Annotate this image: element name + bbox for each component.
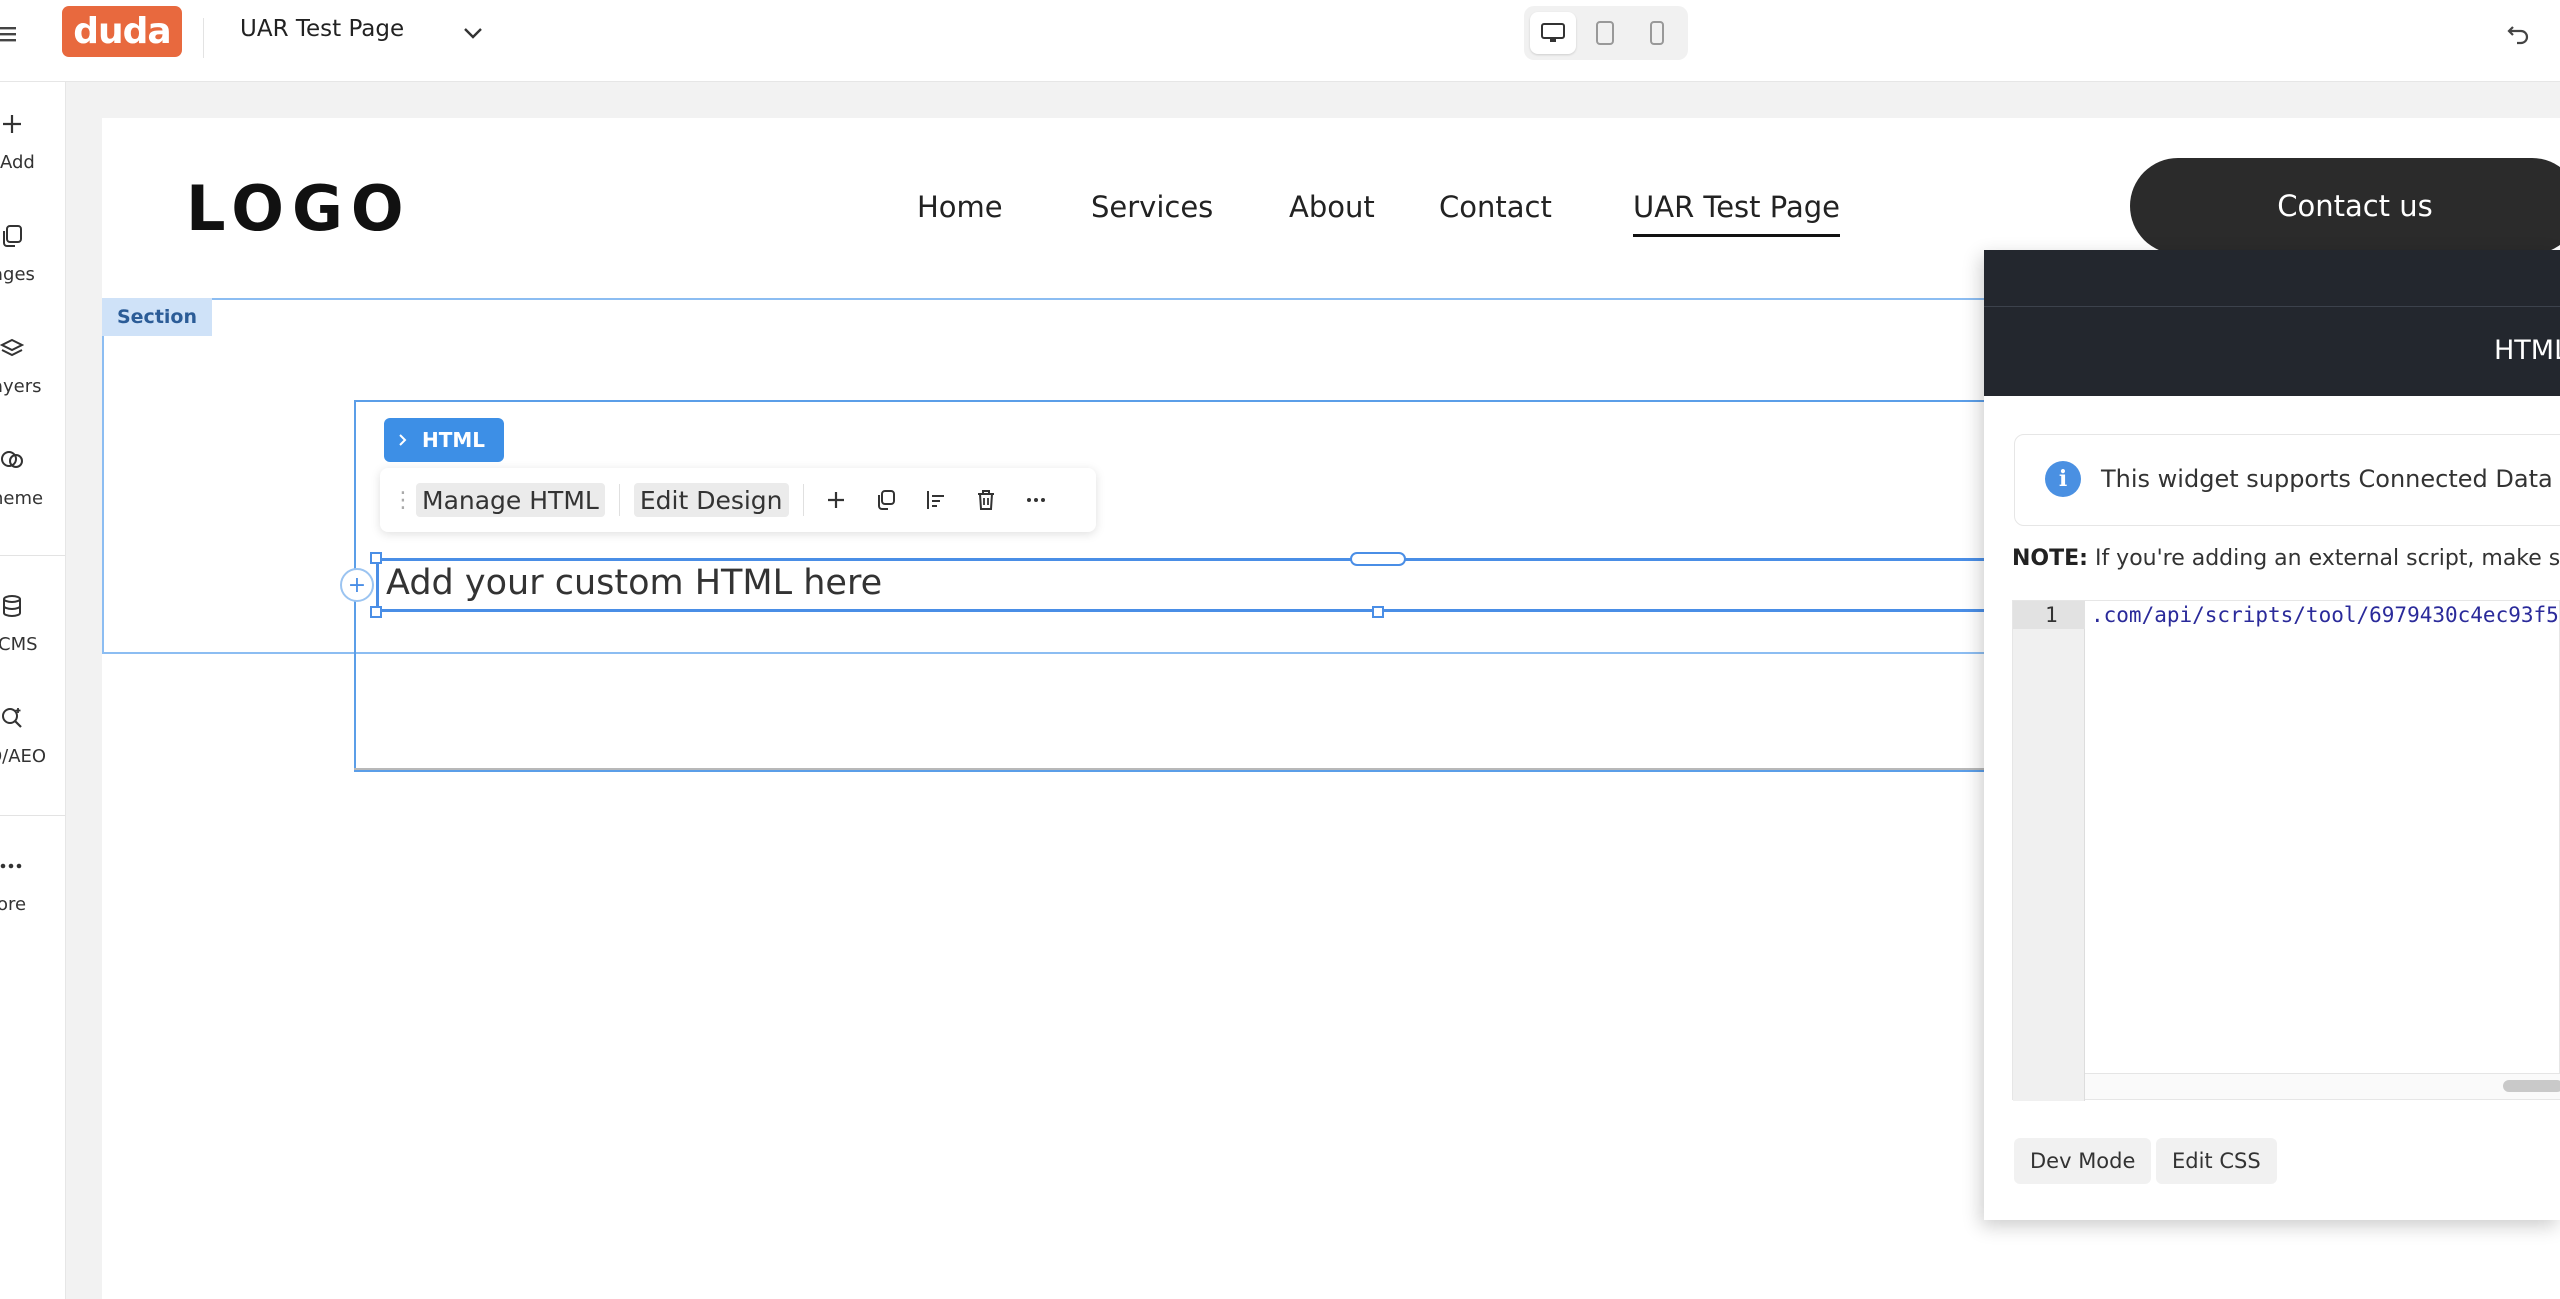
external-script-note: NOTE: If you're adding an external scrip… (2012, 546, 2560, 571)
more-icon (0, 854, 24, 878)
drag-handle-icon[interactable]: ⋮ (392, 488, 414, 513)
page-selector-label[interactable]: UAR Test Page (240, 16, 404, 42)
connected-data-text: This widget supports Connected Data (2101, 465, 2553, 493)
site-logo[interactable]: LOGO (186, 172, 412, 245)
edit-css-button[interactable]: Edit CSS (2156, 1138, 2277, 1184)
duplicate-icon[interactable] (868, 482, 904, 518)
top-bar: duda UAR Test Page (0, 0, 2560, 82)
align-icon[interactable] (918, 482, 954, 518)
code-editor[interactable]: 1 .com/api/scripts/tool/6979430c4ec93f5 (2012, 600, 2560, 1101)
edit-design-button[interactable]: Edit Design (633, 483, 789, 517)
duda-logo[interactable]: duda (62, 6, 182, 57)
nav-link-services[interactable]: Services (1091, 190, 1213, 224)
chevron-down-icon[interactable] (462, 24, 484, 42)
mobile-icon[interactable] (1634, 12, 1680, 54)
manage-html-button[interactable]: Manage HTML (416, 483, 605, 517)
seo-icon (0, 706, 24, 730)
scrollbar-thumb[interactable] (2503, 1080, 2560, 1092)
panel-title: HTML (2494, 335, 2560, 366)
sidebar-item-label: ayers (0, 376, 42, 397)
sidebar-item-label: Add (0, 152, 35, 173)
chevron-right-icon (398, 433, 408, 447)
divider (802, 484, 804, 516)
sidebar-item-label: CMS (0, 634, 38, 655)
menu-icon[interactable] (0, 22, 22, 46)
panel-title-bar: HTML (1984, 306, 2560, 396)
section-tag[interactable]: Section (102, 298, 212, 336)
more-icon[interactable] (1018, 482, 1054, 518)
html-widget-placeholder: Add your custom HTML here (386, 563, 883, 603)
device-switcher (1524, 6, 1688, 60)
resize-pill-handle[interactable] (1350, 552, 1406, 566)
trash-icon[interactable] (968, 482, 1004, 518)
plus-icon[interactable] (818, 482, 854, 518)
resize-handle[interactable] (370, 552, 382, 564)
sidebar-item-label: ages (0, 264, 35, 285)
sidebar-item-label: heme (0, 488, 44, 509)
sidebar: Add ages ayers heme CMS O/AEO lore (0, 82, 66, 1299)
horizontal-scrollbar[interactable] (2085, 1073, 2560, 1099)
divider (0, 555, 65, 556)
info-icon: i (2045, 461, 2081, 497)
dev-mode-button[interactable]: Dev Mode (2014, 1138, 2152, 1184)
divider (203, 18, 204, 58)
sidebar-item-label: O/AEO (0, 746, 47, 767)
code-line[interactable]: .com/api/scripts/tool/6979430c4ec93f5 (2091, 603, 2559, 627)
line-gutter: 1 (2013, 601, 2085, 1101)
html-widget-tag[interactable]: HTML (384, 418, 504, 462)
line-number: 1 (2045, 603, 2058, 627)
nav-link-home[interactable]: Home (917, 190, 1003, 224)
contact-us-button[interactable]: Contact us (2130, 158, 2560, 254)
add-element-plus-icon[interactable]: + (340, 568, 374, 602)
html-settings-panel: HTML i This widget supports Connected Da… (1984, 250, 2560, 1220)
resize-handle[interactable] (1372, 606, 1384, 618)
note-label: NOTE: (2012, 546, 2088, 571)
connected-data-notice: i This widget supports Connected Data (2014, 434, 2560, 526)
resize-handle[interactable] (370, 606, 382, 618)
sidebar-item-label: lore (0, 894, 27, 915)
plus-icon (0, 112, 24, 136)
nav-link-contact[interactable]: Contact (1439, 190, 1552, 224)
pages-icon (0, 224, 24, 248)
nav-link-uar-test-page[interactable]: UAR Test Page (1633, 190, 1840, 237)
widget-toolbar: ⋮ Manage HTML Edit Design (380, 468, 1096, 532)
undo-icon[interactable] (2504, 18, 2532, 46)
panel-header-bar (1984, 250, 2560, 306)
tablet-icon[interactable] (1582, 12, 1628, 54)
database-icon (0, 594, 24, 618)
divider (0, 815, 65, 816)
nav-link-about[interactable]: About (1289, 190, 1375, 224)
html-widget-tag-label: HTML (422, 428, 486, 452)
layers-icon (0, 336, 24, 360)
note-text: If you're adding an external script, mak… (2094, 546, 2560, 571)
desktop-icon[interactable] (1530, 12, 1576, 54)
theme-icon (0, 448, 24, 472)
divider (618, 484, 620, 516)
